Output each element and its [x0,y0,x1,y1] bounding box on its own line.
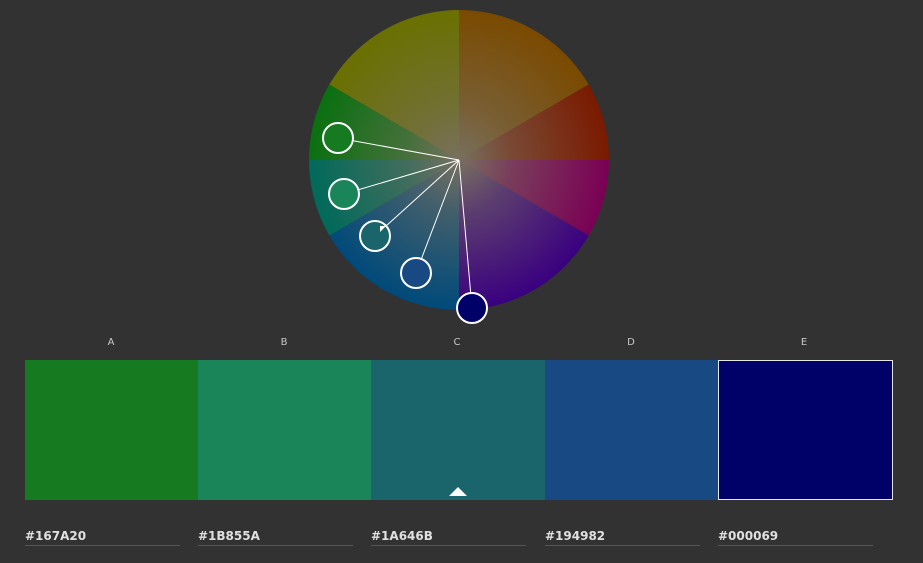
swatch-b[interactable] [198,360,371,500]
swatch-d[interactable] [545,360,718,500]
swatch-a[interactable] [25,360,198,500]
wheel-handle-a[interactable] [322,122,354,154]
hex-input-c[interactable] [371,526,526,546]
wheel-handle-c[interactable] [359,220,391,252]
hex-input-e[interactable] [718,526,873,546]
swatch-label-c: C [453,337,462,348]
active-swatch-marker-icon [449,487,467,496]
wheel-handle-e[interactable] [456,292,488,324]
swatch-label-b: B [280,337,289,348]
swatch-c[interactable] [371,360,545,500]
swatch-label-e: E [800,337,809,348]
wheel-handle-d[interactable] [400,257,432,289]
wheel-handle-b[interactable] [328,178,360,210]
hex-input-d[interactable] [545,526,700,546]
color-wheel[interactable] [0,0,923,330]
swatch-label-a: A [107,337,116,348]
swatch-e[interactable] [718,360,893,500]
hex-input-a[interactable] [25,526,180,546]
hex-input-b[interactable] [198,526,353,546]
swatch-label-d: D [627,337,636,348]
color-palette-editor: A B C D E [0,0,923,563]
